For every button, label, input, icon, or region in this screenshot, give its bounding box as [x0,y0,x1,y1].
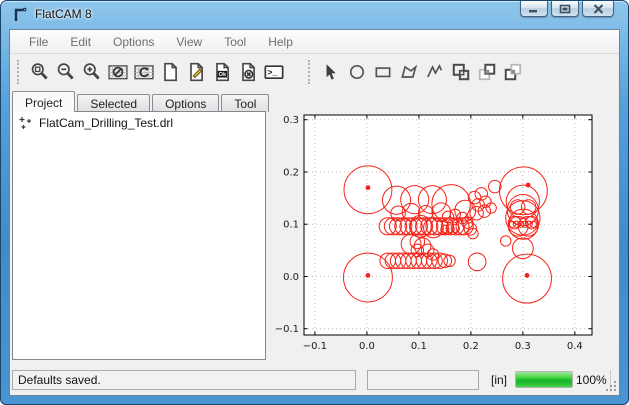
svg-text:Ok: Ok [219,72,227,78]
update-geometry-ok-icon[interactable]: Ok [209,59,235,85]
x-tick-label: 0.4 [567,341,583,352]
menu-item-tool[interactable]: Tool [213,30,257,54]
replot-icon[interactable] [131,59,157,85]
progress-percent-label: 100% [576,370,607,390]
polygon-subtract-icon[interactable] [500,59,526,85]
x-tick-label: 0.1 [411,341,427,352]
edit-geometry-icon[interactable] [183,59,209,85]
cancel-edit-icon[interactable] [235,59,261,85]
status-message: Defaults saved. [12,370,356,390]
tree-item[interactable]: FlatCam_Drilling_Test.drl [13,112,265,132]
menu-item-edit[interactable]: Edit [59,30,102,54]
draw-polygon-icon[interactable] [396,59,422,85]
menu-bar: FileEditOptionsViewToolHelp [10,30,619,54]
toolbar: Ok >_ [10,55,619,88]
menu-item-file[interactable]: File [18,30,59,54]
status-field-secondary [367,370,479,390]
clear-plot-icon[interactable] [105,59,131,85]
tab-selected[interactable]: Selected [77,94,150,112]
tree-item-label: FlatCam_Drilling_Test.drl [39,116,173,130]
x-tick-label: 0.3 [515,341,531,352]
resize-grip[interactable] [604,379,616,391]
tab-options[interactable]: Options [152,94,219,112]
window-controls [520,1,614,17]
flatcam-logo-icon [12,7,28,23]
units-indicator: [in] [484,370,514,390]
progress-bar [515,371,573,388]
polygon-intersection-icon[interactable] [474,59,500,85]
draw-rectangle-icon[interactable] [370,59,396,85]
drill-marks-icon [19,116,33,130]
x-tick-label: 0.0 [359,341,375,352]
minimize-button[interactable] [520,1,548,17]
toolbar-drag-handle[interactable] [17,60,21,84]
toolbar-drag-handle[interactable] [308,60,312,84]
maximize-button[interactable] [551,1,579,17]
svg-text:>_: >_ [267,68,278,78]
y-tick-label: 0.3 [283,115,299,126]
menu-item-help[interactable]: Help [257,30,304,54]
progress-bar-fill [516,372,572,387]
zoom-in-icon[interactable] [79,59,105,85]
y-tick-label: 0.1 [283,220,299,231]
app-window: FlatCAM 8 FileEditOptionsViewToolHelp Ok… [0,0,629,405]
polygon-union-icon[interactable] [448,59,474,85]
project-tree-panel[interactable]: FlatCam_Drilling_Test.drl [12,111,266,360]
cursor-select-icon[interactable] [318,59,344,85]
y-tick-label: 0.0 [283,272,299,283]
draw-circle-icon[interactable] [344,59,370,85]
zoom-out-icon[interactable] [53,59,79,85]
tab-bar: ProjectSelectedOptionsTool [12,91,271,112]
shell-icon[interactable]: >_ [261,59,287,85]
y-tick-label: −0.1 [275,324,299,335]
plot-canvas[interactable]: −0.1 0.0 0.1 0.2 0.3 0.4 −0.1 0.0 0.1 0.2 0.3 [272,108,624,365]
draw-path-icon[interactable] [422,59,448,85]
title-bar[interactable]: FlatCAM 8 [1,1,628,29]
y-tick-label: 0.2 [283,167,299,178]
close-button[interactable] [582,1,614,17]
menu-item-view[interactable]: View [165,30,213,54]
menu-item-options[interactable]: Options [102,30,165,54]
x-tick-label: −0.1 [303,341,327,352]
client-area: FileEditOptionsViewToolHelp Ok>_ Project… [9,29,620,396]
tab-tool[interactable]: Tool [221,94,269,112]
window-title: FlatCAM 8 [35,7,92,21]
new-project-icon[interactable] [157,59,183,85]
drill-plot[interactable]: −0.1 0.0 0.1 0.2 0.3 0.4 −0.1 0.0 0.1 0.2 0.3 [272,108,624,365]
tab-project[interactable]: Project [12,91,75,112]
zoom-fit-icon[interactable] [27,59,53,85]
status-bar: Defaults saved. [in] 100% [10,366,619,394]
x-tick-label: 0.2 [463,341,479,352]
